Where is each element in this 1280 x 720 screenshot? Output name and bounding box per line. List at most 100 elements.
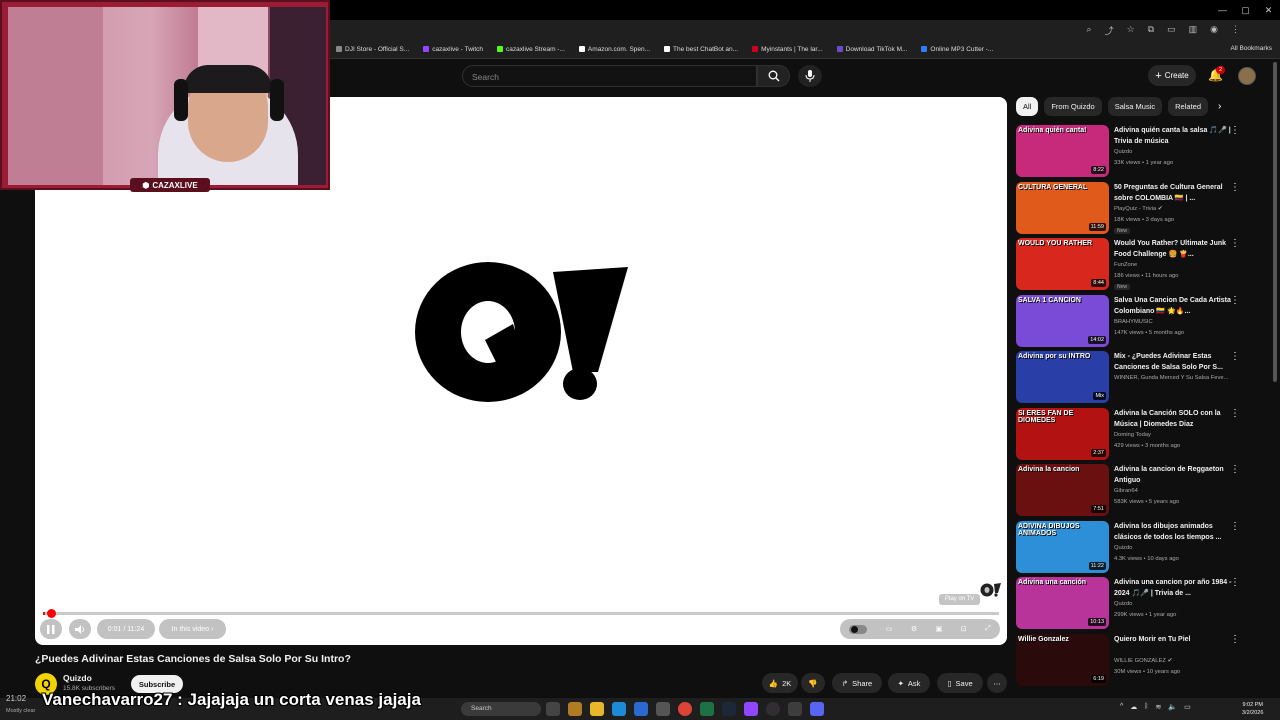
video-thumbnail[interactable]: Adivina la cancion 7:51 (1016, 464, 1109, 516)
taskbar-clock[interactable]: 9:02 PM 3/2/2026 (1242, 701, 1263, 717)
recommendation-item[interactable]: Adivina la cancion 7:51 Adivina la cancion… (1016, 464, 1266, 520)
recommendation-title[interactable]: Adivina una cancion por año 1984 - 2024 … (1114, 577, 1240, 599)
cast-icon[interactable]: ▭ (1167, 24, 1176, 37)
sidepanel-icon[interactable]: ▥ (1189, 24, 1198, 37)
search-button[interactable] (757, 65, 790, 87)
recommendation-channel[interactable]: WINNER, Gunda Merced Y Su Salsa Feve... (1114, 375, 1228, 381)
more-options-icon[interactable]: ⋮ (1230, 464, 1240, 475)
chevron-up-icon[interactable]: ^ (1120, 703, 1123, 711)
chevron-right-icon[interactable]: › (1218, 101, 1221, 112)
video-thumbnail[interactable]: SALVA 1 CANCION 14:02 (1016, 294, 1109, 347)
recommendation-title[interactable]: Salva Una Cancion De Cada Artista Colomb… (1114, 295, 1240, 317)
video-thumbnail[interactable]: Adivina una canción 10:13 (1016, 577, 1109, 629)
video-thumbnail[interactable]: Adivina por su INTRO Mix (1016, 351, 1109, 403)
store-icon[interactable] (656, 702, 670, 716)
share-button[interactable]: ↱ Share (832, 673, 882, 693)
bookmark-item[interactable]: Online MP3 Cutter -... (921, 46, 993, 53)
more-options-icon[interactable]: ⋮ (1230, 408, 1240, 419)
recommendation-item[interactable]: Willie Gonzalez 6:19 Quiero Morir en Tu Pi… (1016, 633, 1266, 690)
page-scrollbar[interactable] (1273, 62, 1277, 382)
all-bookmarks-button[interactable]: All Bookmarks (1230, 45, 1272, 52)
mail-icon[interactable] (634, 702, 648, 716)
recommendation-title[interactable]: 50 Preguntas de Cultura General sobre CO… (1114, 182, 1240, 204)
extensions-icon[interactable]: ⧉ (1148, 24, 1154, 37)
maximize-icon[interactable]: ▢ (1234, 0, 1257, 20)
app-icon[interactable] (788, 702, 802, 716)
widgets-icon[interactable] (568, 702, 582, 716)
filter-chip[interactable]: Salsa Music (1107, 97, 1163, 116)
more-options-icon[interactable]: ⋮ (1230, 182, 1240, 193)
avatar[interactable] (1238, 67, 1256, 85)
volume-button[interactable] (69, 619, 91, 639)
recommendation-item[interactable]: CULTURA GENERAL 11:59 50 Preguntas de Cult… (1016, 181, 1266, 238)
more-options-icon[interactable]: ⋮ (1230, 238, 1240, 249)
recommendation-channel[interactable]: PlayQuiz - Trivia ✔ (1114, 206, 1163, 212)
video-thumbnail[interactable]: WOULD YOU RATHER 8:44 (1016, 238, 1109, 290)
bluetooth-icon[interactable]: ᛒ (1144, 703, 1148, 711)
more-options-icon[interactable]: ⋮ (1230, 125, 1240, 136)
recommendation-channel[interactable]: Doming Today (1114, 432, 1151, 438)
recommendation-title[interactable]: Adivina quién canta la salsa 🎵🎤 | Trivia… (1114, 125, 1240, 147)
bookmark-item[interactable]: cazaxlive - Twitch (423, 46, 483, 53)
recommendation-title[interactable]: Would You Rather? Ultimate Junk Food Cha… (1114, 238, 1240, 260)
recommendation-channel[interactable]: BRAHYMUSIC (1114, 319, 1153, 325)
discord-icon[interactable] (810, 702, 824, 716)
more-options-icon[interactable]: ⋮ (1230, 521, 1240, 532)
recommendation-channel[interactable]: FunZone (1114, 262, 1137, 268)
video-thumbnail[interactable]: SI ERES FAN DE DIOMEDES 2:37 (1016, 407, 1109, 460)
recommendation-item[interactable]: ADIVINA DIBUJOS ANIMADOS 11:22 Adivina los… (1016, 520, 1266, 577)
subtitles-icon[interactable]: ▭ (886, 625, 893, 633)
recommendation-item[interactable]: WOULD YOU RATHER 8:44 Would You Rather? Ul… (1016, 238, 1266, 294)
bookmark-item[interactable]: Myinstants | The lar... (752, 46, 823, 53)
twitch-icon[interactable] (744, 702, 758, 716)
cast-tv-icon[interactable]: ⊡ (961, 625, 967, 633)
file-explorer-icon[interactable] (590, 702, 604, 716)
recommendation-item[interactable]: Adivina quién canta! 8:22 Adivina quién ca… (1016, 125, 1266, 181)
recommendation-channel[interactable]: Quizdo (1114, 149, 1132, 155)
scrubber-handle[interactable] (47, 609, 56, 618)
more-options-icon[interactable]: ⋮ (1230, 351, 1240, 362)
create-button[interactable]: + Create (1148, 65, 1196, 86)
bookmark-item[interactable]: cazaxlive Stream -... (497, 46, 565, 53)
miniplayer-icon[interactable]: ▣ (936, 625, 943, 633)
recommendation-channel[interactable]: Quizdo (1114, 545, 1132, 551)
share-page-icon[interactable]: ⤴ (1105, 24, 1114, 37)
menu-icon[interactable]: ⋮ (1231, 24, 1240, 37)
battery-icon[interactable]: ▭ (1184, 703, 1191, 711)
settings-icon[interactable]: ⚙ (911, 625, 917, 633)
recommendation-title[interactable]: Adivina la Canción SOLO con la Música | … (1114, 408, 1240, 430)
wifi-icon[interactable]: ≋ (1156, 703, 1162, 711)
progress-bar[interactable] (43, 609, 999, 618)
like-button[interactable]: 👍 2K (762, 673, 798, 693)
recommendation-channel[interactable]: Gibran64 (1114, 488, 1138, 494)
recommendation-title[interactable]: Adivina la cancion de Reggaeton Antiguo (1114, 464, 1240, 486)
video-thumbnail[interactable]: Willie Gonzalez 6:19 (1016, 633, 1109, 686)
filter-chip[interactable]: From Quizdo (1044, 97, 1102, 116)
voice-search-button[interactable] (798, 65, 822, 87)
recommendation-item[interactable]: SI ERES FAN DE DIOMEDES 2:37 Adivina la Ca… (1016, 407, 1266, 464)
recommendation-title[interactable]: Adivina los dibujos animados clásicos de… (1114, 521, 1240, 543)
chrome-icon[interactable] (678, 702, 692, 716)
filter-chip[interactable]: Related (1168, 97, 1208, 116)
pause-button[interactable] (40, 619, 62, 639)
recommendation-title[interactable]: Quiero Morir en Tu Piel (1114, 634, 1240, 645)
obs-icon[interactable] (766, 702, 780, 716)
recommendation-title[interactable]: Mix - ¿Puedes Adivinar Estas Canciones d… (1114, 351, 1240, 373)
recommendation-channel[interactable]: WILLIE GONZALEZ ✔ (1114, 658, 1172, 664)
more-options-icon[interactable]: ⋮ (1230, 295, 1240, 306)
channel-name[interactable]: Quizdo (63, 673, 92, 683)
save-button[interactable]: ▯ Save (937, 673, 983, 693)
excel-icon[interactable] (700, 702, 714, 716)
recommendation-item[interactable]: Adivina una canción 10:13 Adivina una canc… (1016, 577, 1266, 633)
steam-icon[interactable] (722, 702, 736, 716)
bookmark-item[interactable]: Amazon.com. Spen... (578, 46, 650, 53)
video-thumbnail[interactable]: ADIVINA DIBUJOS ANIMADOS 11:22 (1016, 520, 1109, 573)
bookmark-item[interactable]: DJI Store - Official S... (336, 46, 409, 53)
onedrive-icon[interactable]: ☁ (1130, 703, 1137, 711)
zoom-icon[interactable]: ⌕ (1087, 24, 1092, 37)
more-options-icon[interactable]: ⋮ (1230, 577, 1240, 588)
chapter-button[interactable]: In this video › (159, 619, 226, 639)
dislike-button[interactable]: 👎 (801, 673, 825, 693)
recommendation-item[interactable]: SALVA 1 CANCION 14:02 Salva Una Cancion De… (1016, 294, 1266, 351)
profile-icon[interactable]: ◉ (1210, 24, 1218, 37)
